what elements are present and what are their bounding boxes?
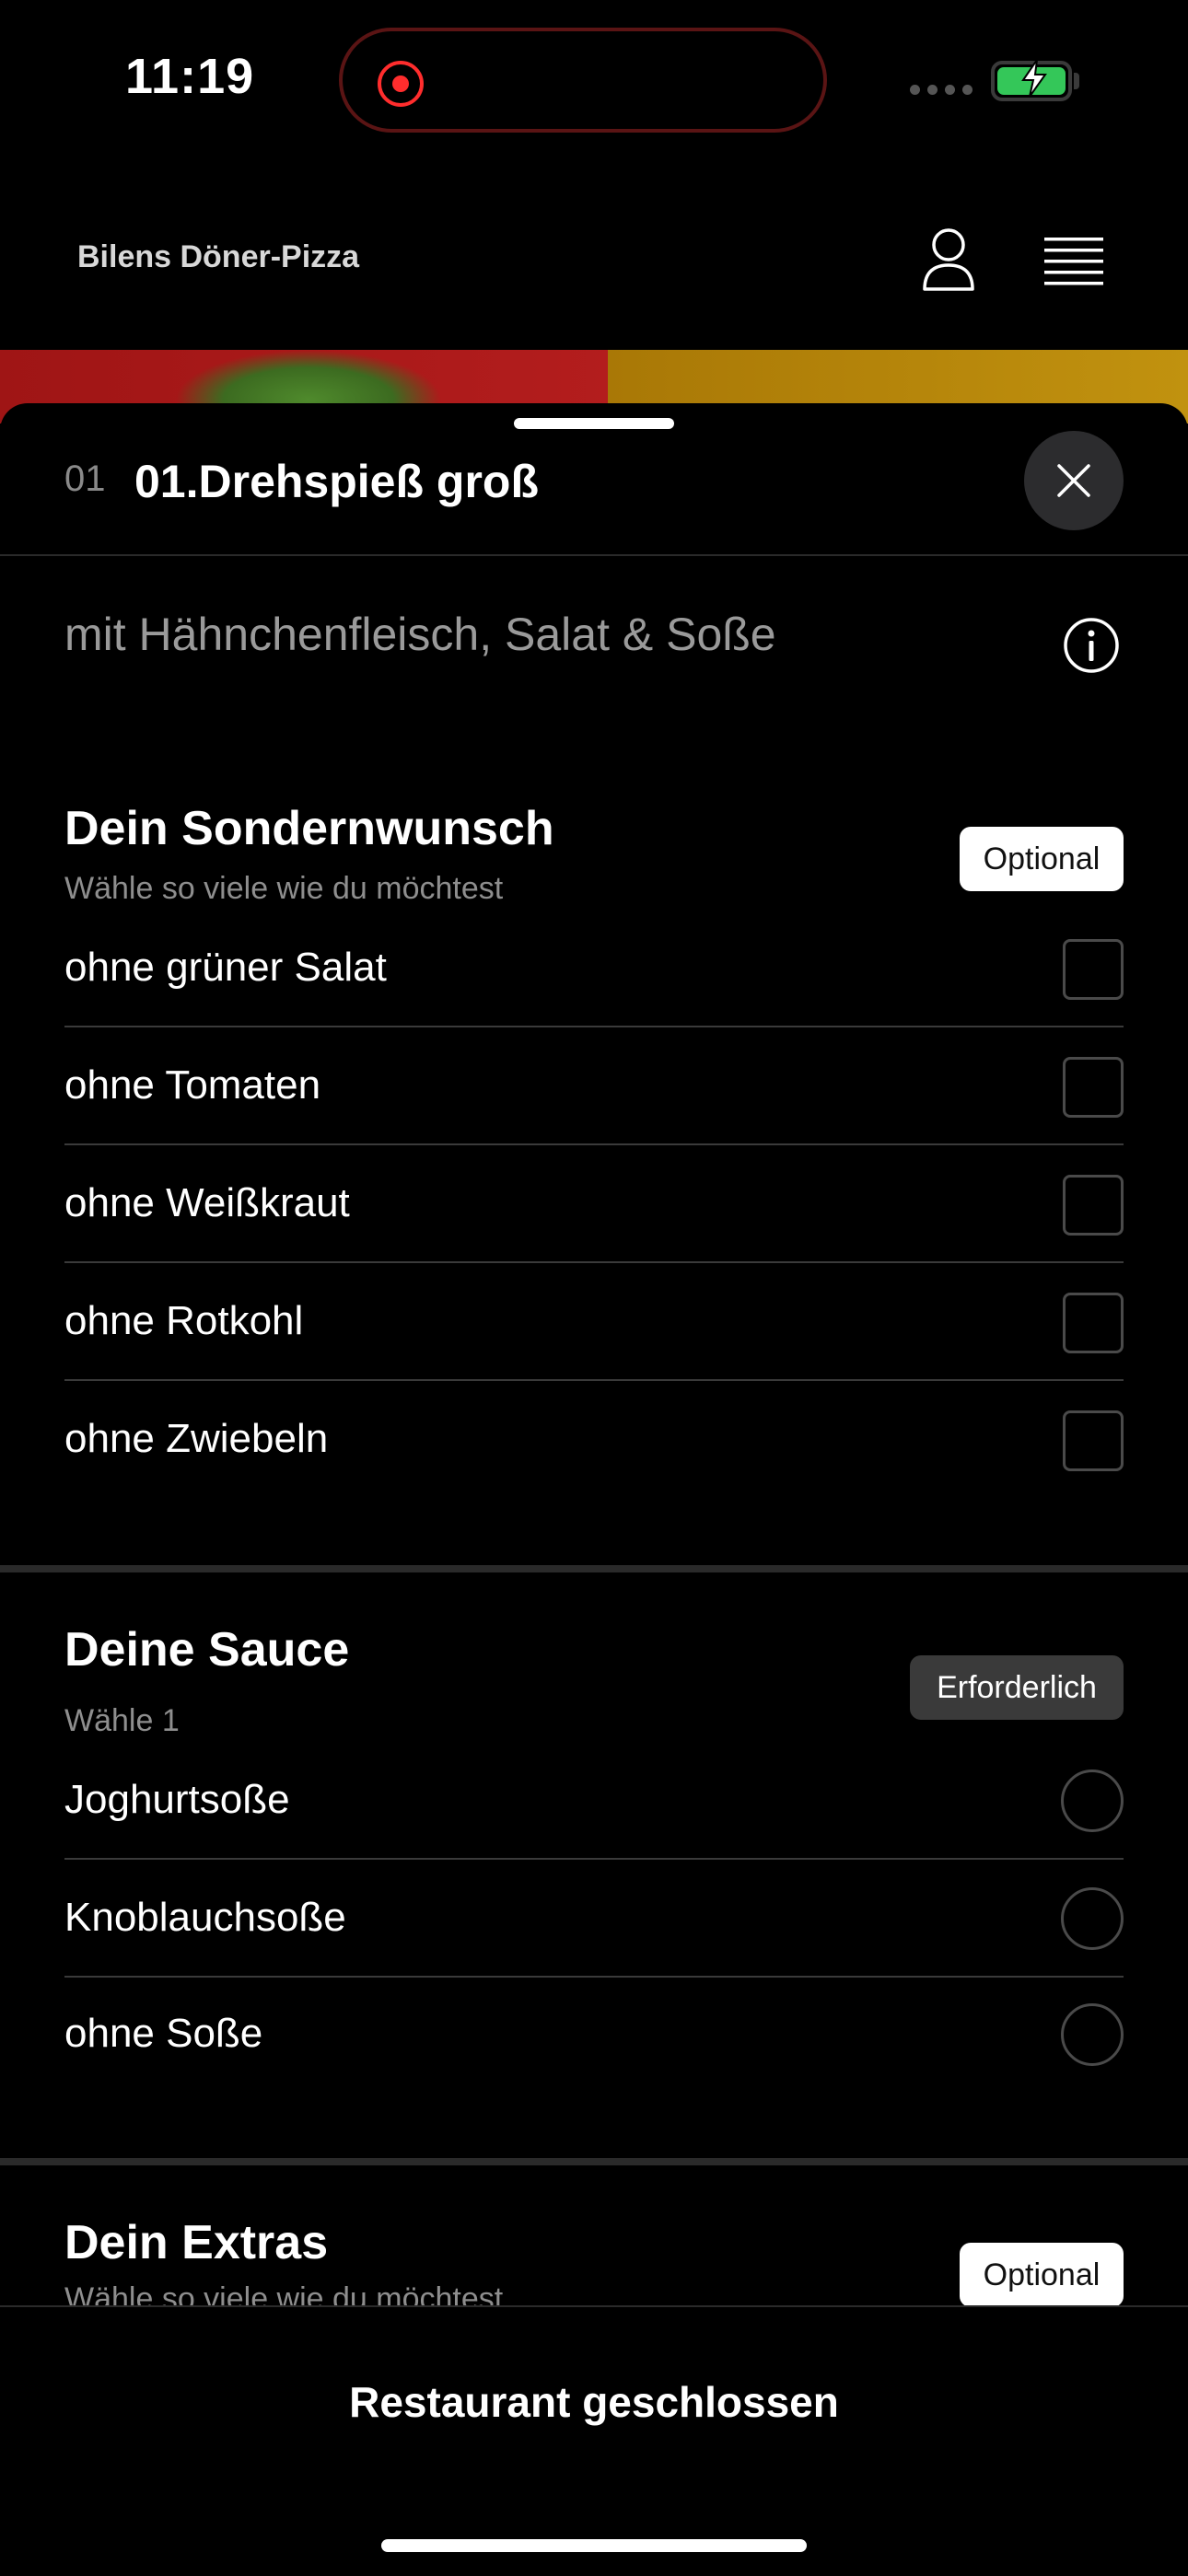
info-icon[interactable] (1063, 617, 1120, 674)
checkbox[interactable] (1063, 939, 1124, 1000)
option-label: ohne Weißkraut (64, 1180, 350, 1225)
option-row[interactable]: ohne Zwiebeln (64, 1381, 1124, 1499)
close-button[interactable] (1024, 431, 1124, 530)
section-title-sondernwunsch: Dein Sondernwunsch (64, 802, 554, 855)
checkbox[interactable] (1063, 1410, 1124, 1471)
optional-badge: Optional (960, 827, 1124, 891)
product-description: mit Hähnchenfleisch, Salat & Soße (64, 609, 776, 660)
required-badge: Erforderlich (910, 1655, 1124, 1720)
app-header: Bilens Döner-Pizza (0, 157, 1188, 350)
option-row[interactable]: ohne Tomaten (64, 1027, 1124, 1145)
user-icon[interactable] (921, 226, 976, 293)
section-subtitle-sondernwunsch: Wähle so viele wie du möchtest (64, 871, 504, 906)
option-label: ohne grüner Salat (64, 945, 387, 990)
optional-badge: Optional (960, 2243, 1124, 2307)
product-number: 01 (64, 458, 106, 499)
option-label: ohne Tomaten (64, 1062, 321, 1108)
section-divider (0, 1565, 1188, 1572)
section-divider (0, 2158, 1188, 2165)
checkbox[interactable] (1063, 1175, 1124, 1236)
radio-button[interactable] (1061, 1887, 1124, 1950)
product-sheet: 01 01.Drehspieß groß mit Hähnchenfleisch… (0, 403, 1188, 2574)
option-row[interactable]: ohne Rotkohl (64, 1263, 1124, 1381)
divider (0, 554, 1188, 556)
signal-icon (910, 85, 973, 95)
option-row[interactable]: ohne Weißkraut (64, 1145, 1124, 1263)
status-bar: 11:19 (0, 0, 1188, 157)
home-indicator[interactable] (381, 2539, 807, 2552)
sheet-grabber[interactable] (514, 418, 674, 429)
charging-bolt-icon (1021, 60, 1047, 97)
recording-icon (378, 61, 424, 107)
option-row[interactable]: Knoblauchsoße (64, 1860, 1124, 1978)
option-row[interactable]: ohne Soße (64, 1976, 1124, 2094)
hamburger-menu-icon[interactable] (1044, 236, 1103, 285)
radio-button[interactable] (1061, 1770, 1124, 1832)
option-label: Knoblauchsoße (64, 1895, 346, 1940)
option-label: ohne Zwiebeln (64, 1416, 329, 1461)
option-label: Joghurtsoße (64, 1777, 290, 1822)
option-label: ohne Soße (64, 2011, 263, 2056)
restaurant-title[interactable]: Bilens Döner-Pizza (77, 239, 359, 275)
checkbox[interactable] (1063, 1057, 1124, 1118)
option-row[interactable]: ohne grüner Salat (64, 910, 1124, 1027)
section-title-extras: Dein Extras (64, 2216, 329, 2269)
option-row[interactable]: Joghurtsoße (64, 1742, 1124, 1860)
battery-nub (1074, 73, 1079, 89)
dynamic-island (339, 28, 827, 133)
section-title-sauce: Deine Sauce (64, 1623, 350, 1677)
option-label: ohne Rotkohl (64, 1298, 304, 1343)
close-icon (1057, 464, 1090, 497)
footer-bar: Restaurant geschlossen (0, 2305, 1188, 2576)
product-title: 01.Drehspieß groß (134, 456, 539, 507)
checkbox[interactable] (1063, 1293, 1124, 1353)
section-subtitle-sauce: Wähle 1 (64, 1703, 180, 1738)
battery-icon (991, 60, 1072, 101)
restaurant-closed-button[interactable]: Restaurant geschlossen (0, 2377, 1188, 2427)
status-time: 11:19 (125, 49, 255, 104)
radio-button[interactable] (1061, 2003, 1124, 2066)
